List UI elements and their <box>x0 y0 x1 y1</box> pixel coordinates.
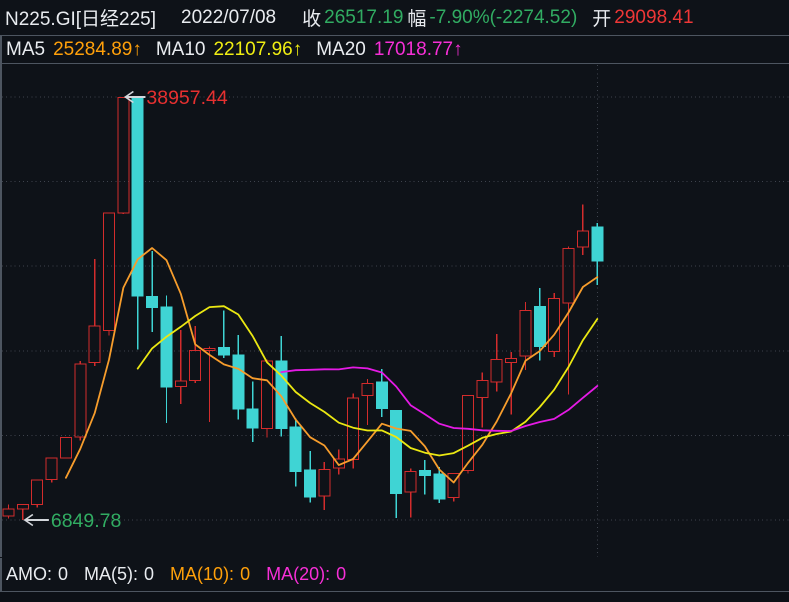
candle-up <box>17 505 28 509</box>
candle-down <box>247 409 258 428</box>
candle-up <box>491 360 502 383</box>
low-annotation-label: 6849.78 <box>51 510 122 532</box>
candle-down <box>391 411 402 494</box>
vol-ma20-value: 0 <box>336 564 346 585</box>
candlestick-chart[interactable]: 38957.44 6849.78 <box>0 64 789 558</box>
candle-down <box>305 470 316 497</box>
stock-chart-app: N225.GI[日经225] 2022/07/08 收 26517.19 幅 -… <box>0 0 789 602</box>
ma10-value: 22107.96↑ <box>213 39 302 61</box>
candle-up <box>506 358 517 362</box>
open-label: 开 <box>592 4 611 31</box>
high-annotation-label: 38957.44 <box>146 87 227 109</box>
ma5-line <box>66 248 597 483</box>
quote-header: N225.GI[日经225] 2022/07/08 收 26517.19 幅 -… <box>0 0 789 36</box>
candle-down <box>290 427 301 471</box>
ma5-label: MA5 <box>6 39 45 61</box>
candle-down <box>534 306 545 346</box>
open-value: 29098.41 <box>614 7 693 29</box>
candle-up <box>60 438 71 459</box>
candle-up <box>104 213 115 331</box>
candle-down <box>161 307 172 387</box>
close-label: 收 <box>302 4 321 31</box>
vol-ma20-label: MA(20): <box>266 564 330 585</box>
change-label: 幅 <box>407 4 426 31</box>
candle-up <box>89 326 100 362</box>
candle-up <box>405 471 416 492</box>
amo-label: AMO: <box>6 564 52 585</box>
close-value: 26517.19 <box>324 7 403 29</box>
quote-date: 2022/07/08 <box>181 7 276 29</box>
ma10-label: MA10 <box>156 39 206 61</box>
vol-ma10-value: 0 <box>240 564 250 585</box>
candle-down <box>147 296 158 307</box>
candle-up <box>3 509 14 516</box>
candle-down <box>376 382 387 409</box>
candle-down <box>592 227 603 261</box>
symbol-name: N225.GI[日经225] <box>5 4 156 31</box>
candle-up <box>262 361 273 429</box>
candle-down <box>218 348 229 356</box>
candle-up <box>175 381 186 387</box>
candle-up <box>362 383 373 395</box>
ma5-value: 25284.89↑ <box>53 39 142 61</box>
candle-up <box>204 349 215 351</box>
candle-up <box>577 231 588 247</box>
vol-ma5-label: MA(5): <box>84 564 138 585</box>
candle-up <box>549 299 560 352</box>
candle-up <box>46 458 57 479</box>
candle-up <box>520 310 531 356</box>
candle-up <box>563 249 574 303</box>
bottom-spacer <box>0 592 789 602</box>
ma20-value: 17018.77↑ <box>374 39 463 61</box>
candle-up <box>190 350 201 380</box>
candle-down <box>233 355 244 409</box>
candle-up <box>32 480 43 505</box>
candle-up <box>477 380 488 397</box>
ma-header: MA5 25284.89↑ MA10 22107.96↑ MA20 17018.… <box>0 36 789 64</box>
candle-up <box>319 470 330 496</box>
vol-ma10-label: MA(10): <box>170 564 234 585</box>
indicator-bar: AMO: 0 MA(5): 0 MA(10): 0 MA(20): 0 <box>0 558 789 592</box>
vol-ma5-value: 0 <box>144 564 154 585</box>
change-value: -7.90%(-2274.52) <box>429 7 577 29</box>
chart-area[interactable]: 38957.44 6849.78 <box>0 64 789 558</box>
candle-down <box>419 471 430 476</box>
candle-up <box>75 364 86 437</box>
ma20-label: MA20 <box>316 39 366 61</box>
candle-up <box>118 98 129 213</box>
amo-value: 0 <box>58 564 68 585</box>
candle-down <box>434 474 445 499</box>
ma20-line <box>281 367 597 431</box>
